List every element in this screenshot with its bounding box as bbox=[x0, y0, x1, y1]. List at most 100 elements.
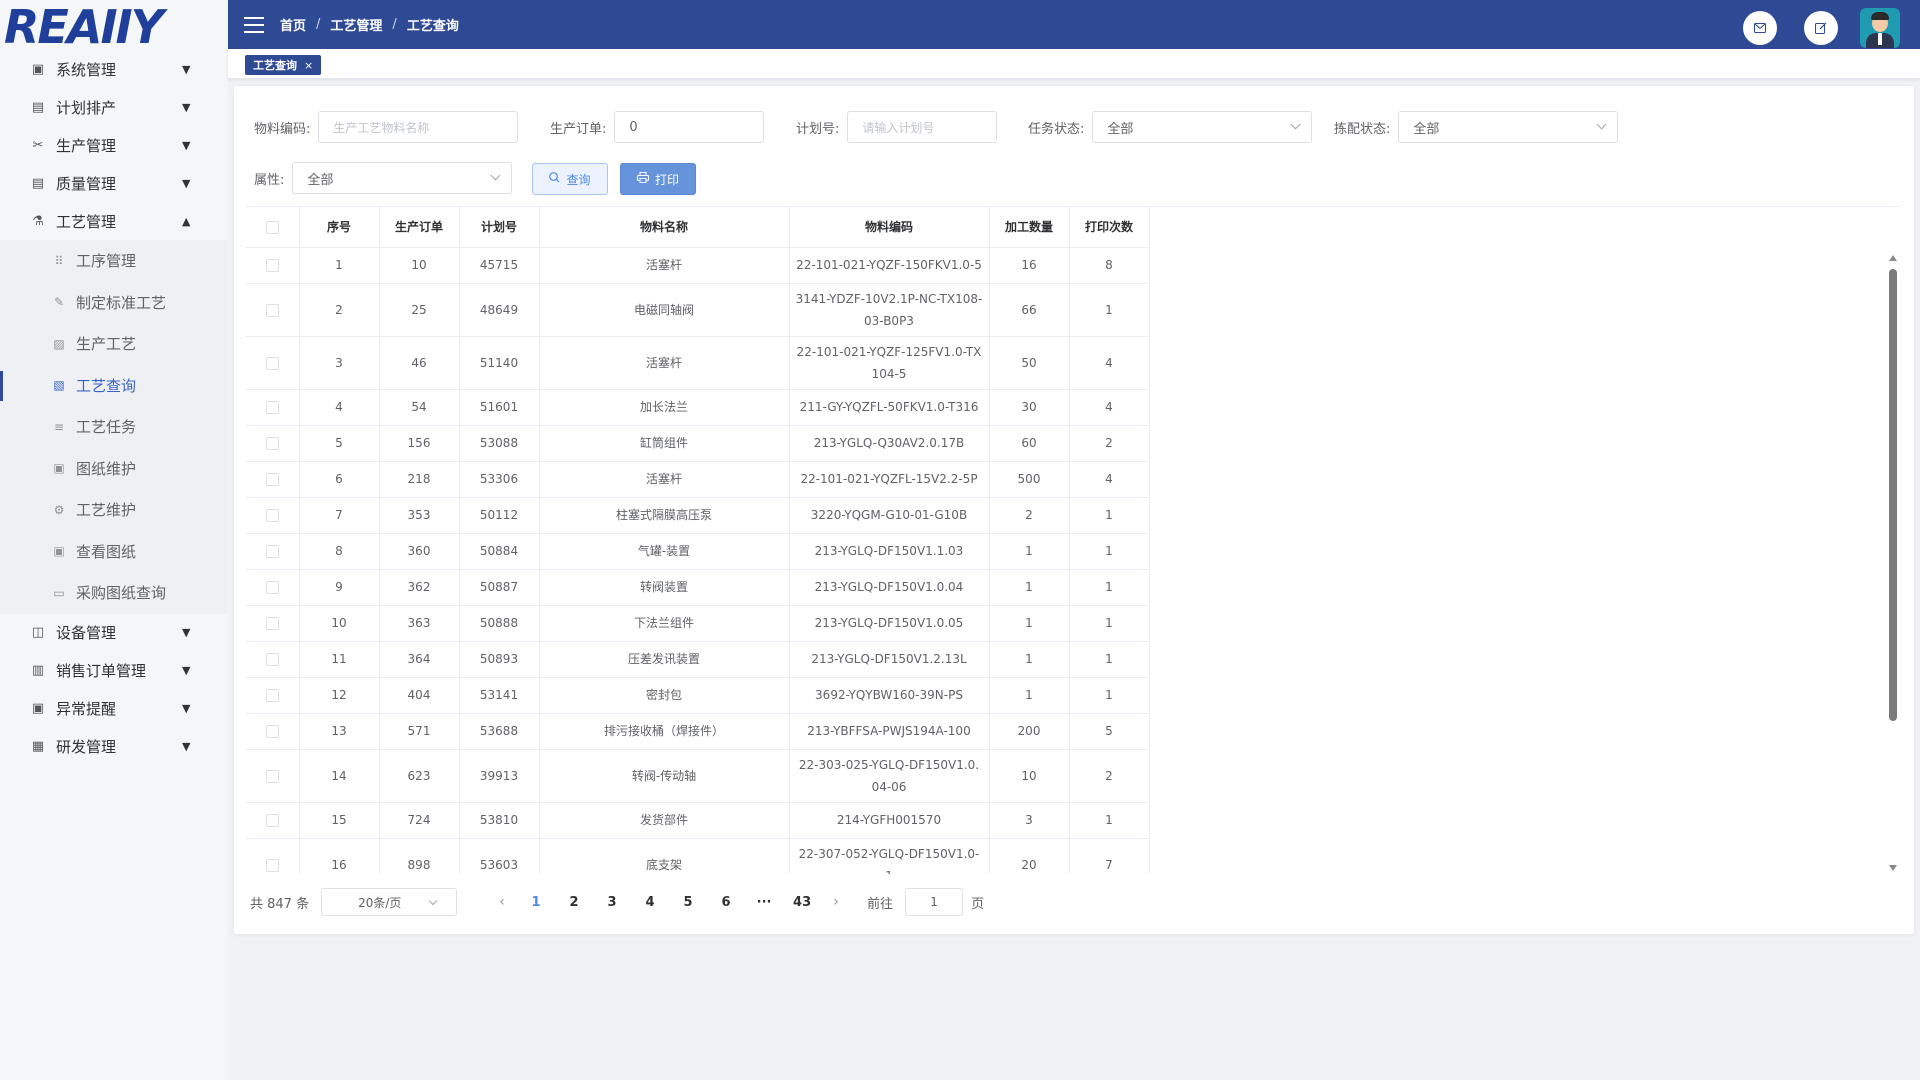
row-checkbox[interactable] bbox=[246, 336, 300, 390]
page-number[interactable]: 2 bbox=[555, 895, 593, 910]
sidebar-subitem-2[interactable]: ▨ 生产工艺 bbox=[0, 323, 228, 365]
menu-toggle-icon[interactable] bbox=[244, 16, 264, 33]
sidebar-item-5[interactable]: ◫ 设备管理 ▼ bbox=[0, 614, 228, 652]
sidebar-item-3[interactable]: ▤ 质量管理 ▼ bbox=[0, 164, 228, 202]
sidebar-subitem-4[interactable]: ≡ 工艺任务 bbox=[0, 406, 228, 448]
mail-icon[interactable] bbox=[1743, 11, 1777, 45]
plan-no-input[interactable]: 请输入计划号 bbox=[847, 111, 998, 143]
sidebar-subitem-7[interactable]: ▣ 查看图纸 bbox=[0, 531, 228, 573]
select-all-checkbox[interactable] bbox=[246, 207, 300, 248]
sidebar-item-4[interactable]: ⚗ 工艺管理 ▲ bbox=[0, 202, 228, 240]
page-number[interactable]: 3 bbox=[593, 895, 631, 910]
table-row[interactable]: 3 46 51140 活塞杆 22-101-021-YQZF-125FV1.0-TX10… bbox=[246, 336, 1162, 390]
table-row[interactable]: 7 353 50112 柱塞式隔膜高压泵 3220-YQGM-G10-01-G10B 2 1 bbox=[246, 497, 1162, 534]
edit-icon[interactable] bbox=[1804, 11, 1838, 45]
sidebar-subitem-label: 工艺维护 bbox=[76, 501, 137, 520]
top-header: 首页 / 工艺管理 / 工艺查询 bbox=[228, 0, 1920, 49]
cell-print-count: 1 bbox=[1069, 497, 1150, 534]
page-number[interactable]: 4 bbox=[631, 895, 669, 910]
sidebar-item-2[interactable]: ✂ 生产管理 ▼ bbox=[0, 126, 228, 164]
row-checkbox[interactable] bbox=[246, 533, 300, 570]
row-checkbox[interactable] bbox=[246, 497, 300, 534]
sidebar-item-0[interactable]: ▣ 系统管理 ▼ bbox=[0, 50, 228, 88]
header-actions bbox=[1716, 8, 1900, 48]
sidebar-subitem-1[interactable]: ✎ 制定标准工艺 bbox=[0, 282, 228, 324]
table-row[interactable]: 5 156 53088 缸筒组件 213-YGLQ-Q30AV2.0.17B 60 2 bbox=[246, 425, 1162, 462]
sidebar-item-7[interactable]: ▣ 异常提醒 ▼ bbox=[0, 690, 228, 728]
table-row[interactable]: 1 10 45715 活塞杆 22-101-021-YQZF-150FKV1.0-5 16… bbox=[246, 247, 1162, 284]
grid-icon: ⠿ bbox=[54, 253, 64, 268]
scroll-up-arrow-icon[interactable] bbox=[1889, 255, 1897, 261]
row-checkbox[interactable] bbox=[246, 713, 300, 750]
sidebar-subitem-0[interactable]: ⠿ 工序管理 bbox=[0, 240, 228, 282]
row-checkbox[interactable] bbox=[246, 283, 300, 337]
page-number[interactable]: 5 bbox=[669, 895, 707, 910]
table-row[interactable]: 9 362 50887 转阀装置 213-YGLQ-DF150V1.0.04 1 1 bbox=[246, 569, 1162, 606]
scroll-down-arrow-icon[interactable] bbox=[1889, 865, 1897, 871]
tag-label: 工艺查询 bbox=[253, 59, 297, 72]
attribute-select[interactable]: 全部 bbox=[292, 162, 513, 194]
sidebar-subitem-6[interactable]: ⚙ 工艺维护 bbox=[0, 489, 228, 531]
avatar[interactable] bbox=[1860, 8, 1900, 48]
table-row[interactable]: 12 404 53141 密封包 3692-YQYBW160-39N-PS 1 1 bbox=[246, 677, 1162, 714]
sidebar-subitem-5[interactable]: ▣ 图纸维护 bbox=[0, 448, 228, 490]
row-checkbox[interactable] bbox=[246, 641, 300, 678]
order-input[interactable]: 0 bbox=[614, 111, 765, 143]
tag-process-query[interactable]: 工艺查询 × bbox=[245, 55, 322, 75]
table-row[interactable]: 8 360 50884 气罐-装置 213-YGLQ-DF150V1.1.03 1 1 bbox=[246, 533, 1162, 570]
row-checkbox[interactable] bbox=[246, 247, 300, 284]
row-checkbox[interactable] bbox=[246, 425, 300, 462]
row-checkbox[interactable] bbox=[246, 677, 300, 714]
task-status-select[interactable]: 全部 bbox=[1092, 111, 1313, 143]
next-page-icon[interactable]: › bbox=[821, 894, 851, 910]
pick-status-select[interactable]: 全部 bbox=[1398, 111, 1619, 143]
sidebar-subitem-8[interactable]: ▭ 采购图纸查询 bbox=[0, 572, 228, 614]
row-checkbox[interactable] bbox=[246, 605, 300, 642]
table-scrollbar[interactable] bbox=[1887, 251, 1899, 874]
row-checkbox[interactable] bbox=[246, 838, 300, 874]
goto-page-input[interactable]: 1 bbox=[905, 888, 964, 916]
table-row[interactable]: 6 218 53306 活塞杆 22-101-021-YQZFL-15V2.2-5P 50… bbox=[246, 461, 1162, 498]
page-number[interactable]: 1 bbox=[517, 895, 555, 910]
table-row[interactable]: 4 54 51601 加长法兰 211-GY-YQZFL-50FKV1.0-T316 30… bbox=[246, 389, 1162, 426]
sidebar-item-6[interactable]: ▥ 销售订单管理 ▼ bbox=[0, 652, 228, 690]
scrollbar-thumb[interactable] bbox=[1889, 269, 1897, 721]
row-checkbox[interactable] bbox=[246, 389, 300, 426]
sidebar-item-1[interactable]: ▤ 计划排产 ▼ bbox=[0, 88, 228, 126]
table-row[interactable]: 14 623 39913 转阀-传动轴 22-303-025-YGLQ-DF150V1.… bbox=[246, 749, 1162, 803]
prev-page-icon[interactable]: ‹ bbox=[487, 894, 517, 910]
breadcrumb-home[interactable]: 首页 bbox=[280, 15, 306, 34]
page-number[interactable]: 43 bbox=[783, 895, 821, 910]
sidebar-item-8[interactable]: ▦ 研发管理 ▼ bbox=[0, 728, 228, 766]
cell-quantity: 500 bbox=[989, 461, 1070, 498]
row-checkbox[interactable] bbox=[246, 461, 300, 498]
print-button[interactable]: 打印 bbox=[620, 163, 696, 195]
sidebar-subitem-3[interactable]: ▧ 工艺查询 bbox=[0, 365, 228, 407]
cell-print-count: 4 bbox=[1069, 461, 1150, 498]
table-row[interactable]: 10 363 50888 下法兰组件 213-YGLQ-DF150V1.0.05 1 1 bbox=[246, 605, 1162, 642]
row-checkbox[interactable] bbox=[246, 569, 300, 606]
table-row[interactable]: 13 571 53688 排污接收桶（焊接件） 213-YBFFSA-PWJS194A-… bbox=[246, 713, 1162, 750]
cell-no: 8 bbox=[299, 533, 380, 570]
row-checkbox[interactable] bbox=[246, 749, 300, 803]
close-icon[interactable]: × bbox=[304, 59, 313, 72]
page-size-select[interactable]: 20条/页 bbox=[321, 888, 458, 916]
col-header-material-code: 物料编码 bbox=[789, 207, 990, 248]
table-row[interactable]: 15 724 53810 发货部件 214-YGFH001570 3 1 bbox=[246, 802, 1162, 839]
table-row[interactable]: 2 25 48649 电磁同轴阀 3141-YDZF-10V2.1P-NC-TX108-… bbox=[246, 283, 1162, 337]
task-status-label: 任务状态: bbox=[1028, 121, 1085, 137]
cell-order: 46 bbox=[379, 336, 460, 390]
breadcrumb-process-management[interactable]: 工艺管理 bbox=[330, 15, 382, 34]
chevron-down-icon bbox=[490, 170, 501, 181]
cell-order: 363 bbox=[379, 605, 460, 642]
table-row[interactable]: 11 364 50893 压差发讯装置 213-YGLQ-DF150V1.2.13L 1 1 bbox=[246, 641, 1162, 678]
cell-plan: 50112 bbox=[459, 497, 540, 534]
query-button[interactable]: 查询 bbox=[532, 163, 608, 195]
flask-icon: ⚗ bbox=[32, 213, 44, 229]
table-row[interactable]: 1689853603底支架22-307-052-YGLQ-DF150V1.0-1… bbox=[246, 838, 1162, 874]
page-number[interactable]: 6 bbox=[707, 895, 745, 910]
row-checkbox[interactable] bbox=[246, 802, 300, 839]
material-code-input[interactable]: 生产工艺物料名称 bbox=[318, 111, 519, 143]
filter-attribute: 属性: 全部 bbox=[254, 162, 513, 194]
more-pages-icon[interactable]: ··· bbox=[745, 895, 783, 910]
